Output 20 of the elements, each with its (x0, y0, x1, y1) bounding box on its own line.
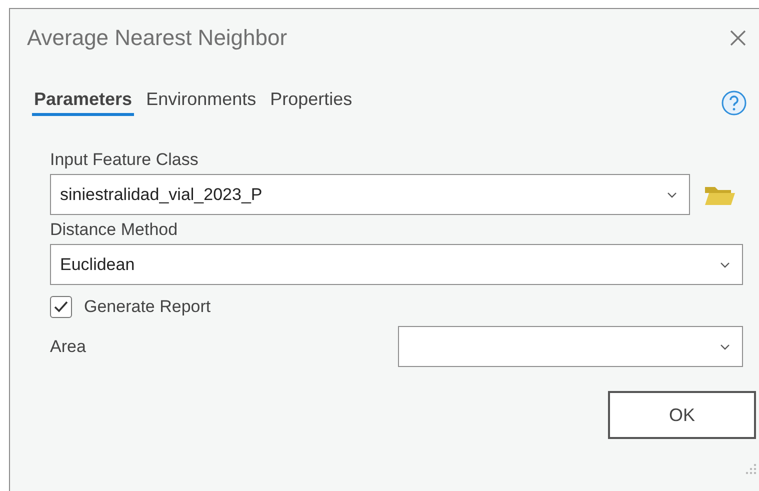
window-title: Average Nearest Neighbor (27, 25, 288, 51)
tab[interactable]: Parameters (32, 89, 134, 116)
dropdown-field[interactable] (398, 326, 743, 367)
dropdown-field[interactable]: siniestralidad_vial_2023_P (50, 174, 690, 215)
checkbox-label: Generate Report (84, 297, 211, 317)
chevron-icon (720, 344, 730, 350)
checkbox[interactable] (50, 296, 72, 318)
check-icon (53, 300, 69, 314)
chevron-icon (667, 192, 677, 198)
field-label: Distance Method (50, 220, 179, 240)
help-icon[interactable] (721, 90, 747, 116)
dropdown-field[interactable]: Euclidean (50, 244, 743, 285)
tab[interactable]: Environments (144, 89, 258, 116)
tab[interactable]: Properties (268, 89, 354, 116)
chevron-icon (720, 262, 730, 268)
resize-grip-icon[interactable] (745, 463, 757, 475)
ok-button[interactable]: OK (608, 391, 756, 439)
close-icon[interactable] (729, 29, 747, 47)
field-label: Input Feature Class (50, 150, 200, 170)
field-label: Area (50, 336, 86, 356)
